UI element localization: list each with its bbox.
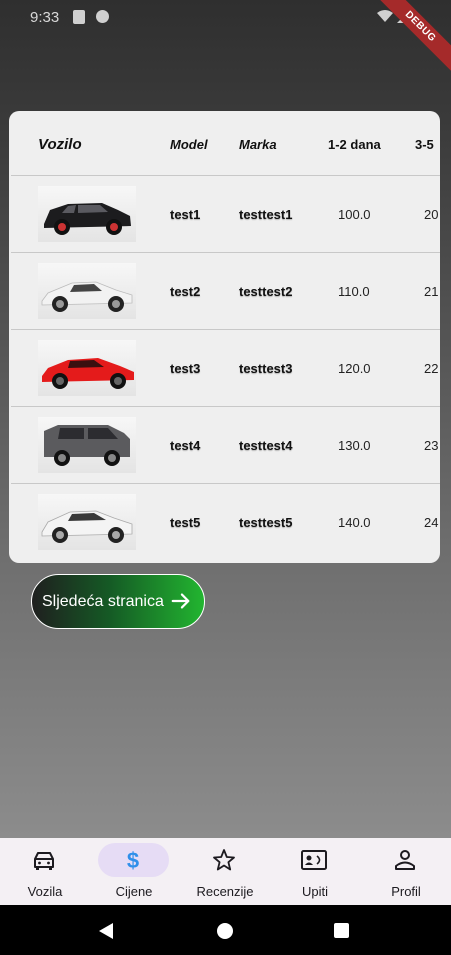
back-icon[interactable] xyxy=(97,922,115,940)
header-vehicle: Vozilo xyxy=(38,136,82,153)
recent-apps-icon[interactable] xyxy=(334,923,349,938)
car-sports-white-icon xyxy=(41,281,133,312)
nav-item-profil[interactable]: Profil xyxy=(361,838,451,905)
cell-price-1-2: 120.0 xyxy=(338,361,371,376)
table-row[interactable]: test1 testtest1 100.0 20 xyxy=(9,176,440,253)
cell-price-3-5: 21 xyxy=(424,284,439,299)
cell-price-1-2: 110.0 xyxy=(338,284,370,299)
table-row[interactable]: test3 testtest3 120.0 22 xyxy=(9,330,440,407)
person-icon xyxy=(395,850,415,870)
cell-brand: testtest4 xyxy=(239,438,293,453)
cell-model: test1 xyxy=(170,207,201,222)
data-saver-icon xyxy=(96,10,109,23)
nav-item-upiti[interactable]: Upiti xyxy=(270,838,360,905)
nav-label: Profil xyxy=(391,884,421,899)
header-price-1-2: 1-2 dana xyxy=(328,137,381,152)
home-icon[interactable] xyxy=(217,923,233,939)
car-image xyxy=(38,186,136,242)
header-brand: Marka xyxy=(239,137,277,152)
car-offroad-grey-icon xyxy=(44,425,130,466)
cell-price-3-5: 20 xyxy=(424,207,439,222)
cell-model: test4 xyxy=(170,438,201,453)
next-page-label: Sljedeća stranica xyxy=(42,592,164,610)
nav-item-recenzije[interactable]: Recenzije xyxy=(180,838,270,905)
next-page-button[interactable]: Sljedeća stranica xyxy=(31,574,205,629)
car-image xyxy=(38,263,136,319)
cell-model: test5 xyxy=(170,515,201,530)
cell-price-1-2: 100.0 xyxy=(338,207,371,222)
arrow-right-icon xyxy=(171,593,190,609)
price-table-card: Vozilo Model Marka 1-2 dana 3-5 test1 te… xyxy=(9,111,440,563)
dollar-icon: $ xyxy=(127,848,139,872)
car-icon xyxy=(34,852,54,870)
cell-brand: testtest2 xyxy=(239,284,293,299)
cell-brand: testtest5 xyxy=(239,515,293,530)
table-header: Vozilo Model Marka 1-2 dana 3-5 xyxy=(9,111,440,175)
nav-label: Vozila xyxy=(27,884,63,899)
cell-price-1-2: 130.0 xyxy=(338,438,371,453)
cell-price-1-2: 140.0 xyxy=(338,515,371,530)
car-coupe-red-icon xyxy=(42,358,134,389)
bottom-navigation: Vozila $ Cijene Recenzije Upiti Profil xyxy=(0,838,451,905)
car-sedan-white-icon xyxy=(41,510,133,543)
nav-label: Upiti xyxy=(301,884,328,899)
cell-price-3-5: 22 xyxy=(424,361,439,376)
status-time: 9:33 xyxy=(30,9,60,26)
car-suv-black-icon xyxy=(44,203,131,235)
header-model: Model xyxy=(170,137,208,152)
cell-brand: testtest3 xyxy=(239,361,293,376)
table-row[interactable]: test4 testtest4 130.0 23 xyxy=(9,407,440,484)
cell-price-3-5: 23 xyxy=(424,438,439,453)
table-row[interactable]: test5 testtest5 140.0 24 xyxy=(9,484,440,561)
car-image xyxy=(38,340,136,396)
car-image xyxy=(38,417,136,473)
nav-label: Recenzije xyxy=(196,884,254,899)
header-price-3-5: 3-5 xyxy=(415,137,434,152)
cell-model: test3 xyxy=(170,361,201,376)
table-row[interactable]: test2 testtest2 110.0 21 xyxy=(9,253,440,330)
sim-card-icon xyxy=(73,10,85,24)
contact-card-icon xyxy=(301,850,327,870)
nav-label: Cijene xyxy=(115,884,153,899)
cell-model: test2 xyxy=(170,284,201,299)
svg-text:$: $ xyxy=(127,848,139,872)
nav-item-cijene[interactable]: $ Cijene xyxy=(89,838,179,905)
star-icon xyxy=(213,849,235,871)
nav-item-vozila[interactable]: Vozila xyxy=(0,838,90,905)
cell-brand: testtest1 xyxy=(239,207,293,222)
car-image xyxy=(38,494,136,550)
cell-price-3-5: 24 xyxy=(424,515,439,530)
status-bar: 9:33 DEBUG xyxy=(0,0,451,80)
